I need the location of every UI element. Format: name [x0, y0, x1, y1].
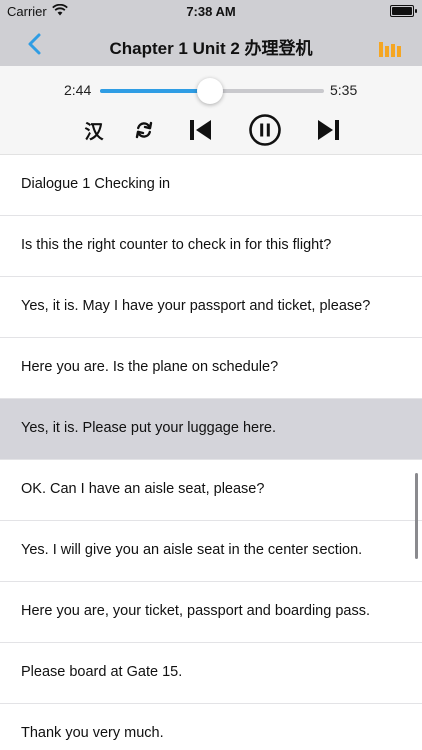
- battery-icon: [390, 5, 417, 17]
- list-item-text: Thank you very much.: [21, 725, 164, 741]
- transcript-list[interactable]: Dialogue 1 Checking in Is this the right …: [0, 155, 422, 750]
- current-time: 2:44: [64, 82, 92, 98]
- chevron-left-icon: [28, 33, 41, 55]
- skip-previous-icon: [190, 120, 211, 140]
- header: Carrier 7:38 AM Chapter 1 Unit 2 办理登机: [0, 0, 422, 66]
- clock: 7:38 AM: [186, 4, 236, 19]
- equalizer-icon: [379, 42, 401, 57]
- status-bar: Carrier 7:38 AM: [0, 0, 422, 22]
- repeat-button[interactable]: [132, 114, 156, 146]
- list-item-text: Yes, it is. May I have your passport and…: [21, 298, 371, 314]
- list-item-text: Dialogue 1 Checking in: [21, 176, 171, 192]
- repeat-icon: [135, 121, 153, 139]
- list-item[interactable]: OK. Can I have an aisle seat, please?: [0, 460, 422, 521]
- audio-player: 2:44 5:35 汉: [0, 66, 422, 155]
- nav-bar: Chapter 1 Unit 2 办理登机: [0, 22, 422, 66]
- pause-button[interactable]: [249, 114, 281, 146]
- next-button[interactable]: [316, 114, 342, 146]
- total-time: 5:35: [330, 82, 358, 98]
- list-item-text: OK. Can I have an aisle seat, please?: [21, 481, 265, 497]
- list-item[interactable]: Here you are. Is the plane on schedule?: [0, 338, 422, 399]
- list-item[interactable]: Yes, it is. May I have your passport and…: [0, 277, 422, 338]
- pause-icon: [249, 114, 281, 146]
- list-item[interactable]: Here you are, your ticket, passport and …: [0, 582, 422, 643]
- list-item[interactable]: Thank you very much.: [0, 704, 422, 750]
- language-toggle-button[interactable]: 汉: [80, 114, 108, 146]
- list-item-text: Yes, it is. Please put your luggage here…: [21, 420, 276, 436]
- page-title: Chapter 1 Unit 2 办理登机: [109, 39, 313, 58]
- list-item-text: Here you are. Is the plane on schedule?: [21, 359, 279, 375]
- scrollbar[interactable]: [415, 473, 418, 559]
- list-item[interactable]: Dialogue 1 Checking in: [0, 155, 422, 216]
- progress-fill: [100, 89, 210, 93]
- back-button[interactable]: [22, 30, 50, 58]
- progress-slider[interactable]: [100, 78, 324, 104]
- list-item[interactable]: Please board at Gate 15.: [0, 643, 422, 704]
- list-item-text: Please board at Gate 15.: [21, 664, 183, 680]
- list-item[interactable]: Is this the right counter to check in fo…: [0, 216, 422, 277]
- list-item[interactable]: Yes. I will give you an aisle seat in th…: [0, 521, 422, 582]
- list-item-text: Yes. I will give you an aisle seat in th…: [21, 542, 363, 558]
- list-item-text: Is this the right counter to check in fo…: [21, 237, 332, 253]
- previous-button[interactable]: [187, 114, 213, 146]
- progress-thumb[interactable]: [196, 78, 223, 104]
- skip-next-icon: [318, 120, 339, 140]
- playlist-button[interactable]: [378, 36, 404, 58]
- list-item-text: Here you are, your ticket, passport and …: [21, 603, 370, 619]
- list-item[interactable]: Yes, it is. Please put your luggage here…: [0, 399, 422, 460]
